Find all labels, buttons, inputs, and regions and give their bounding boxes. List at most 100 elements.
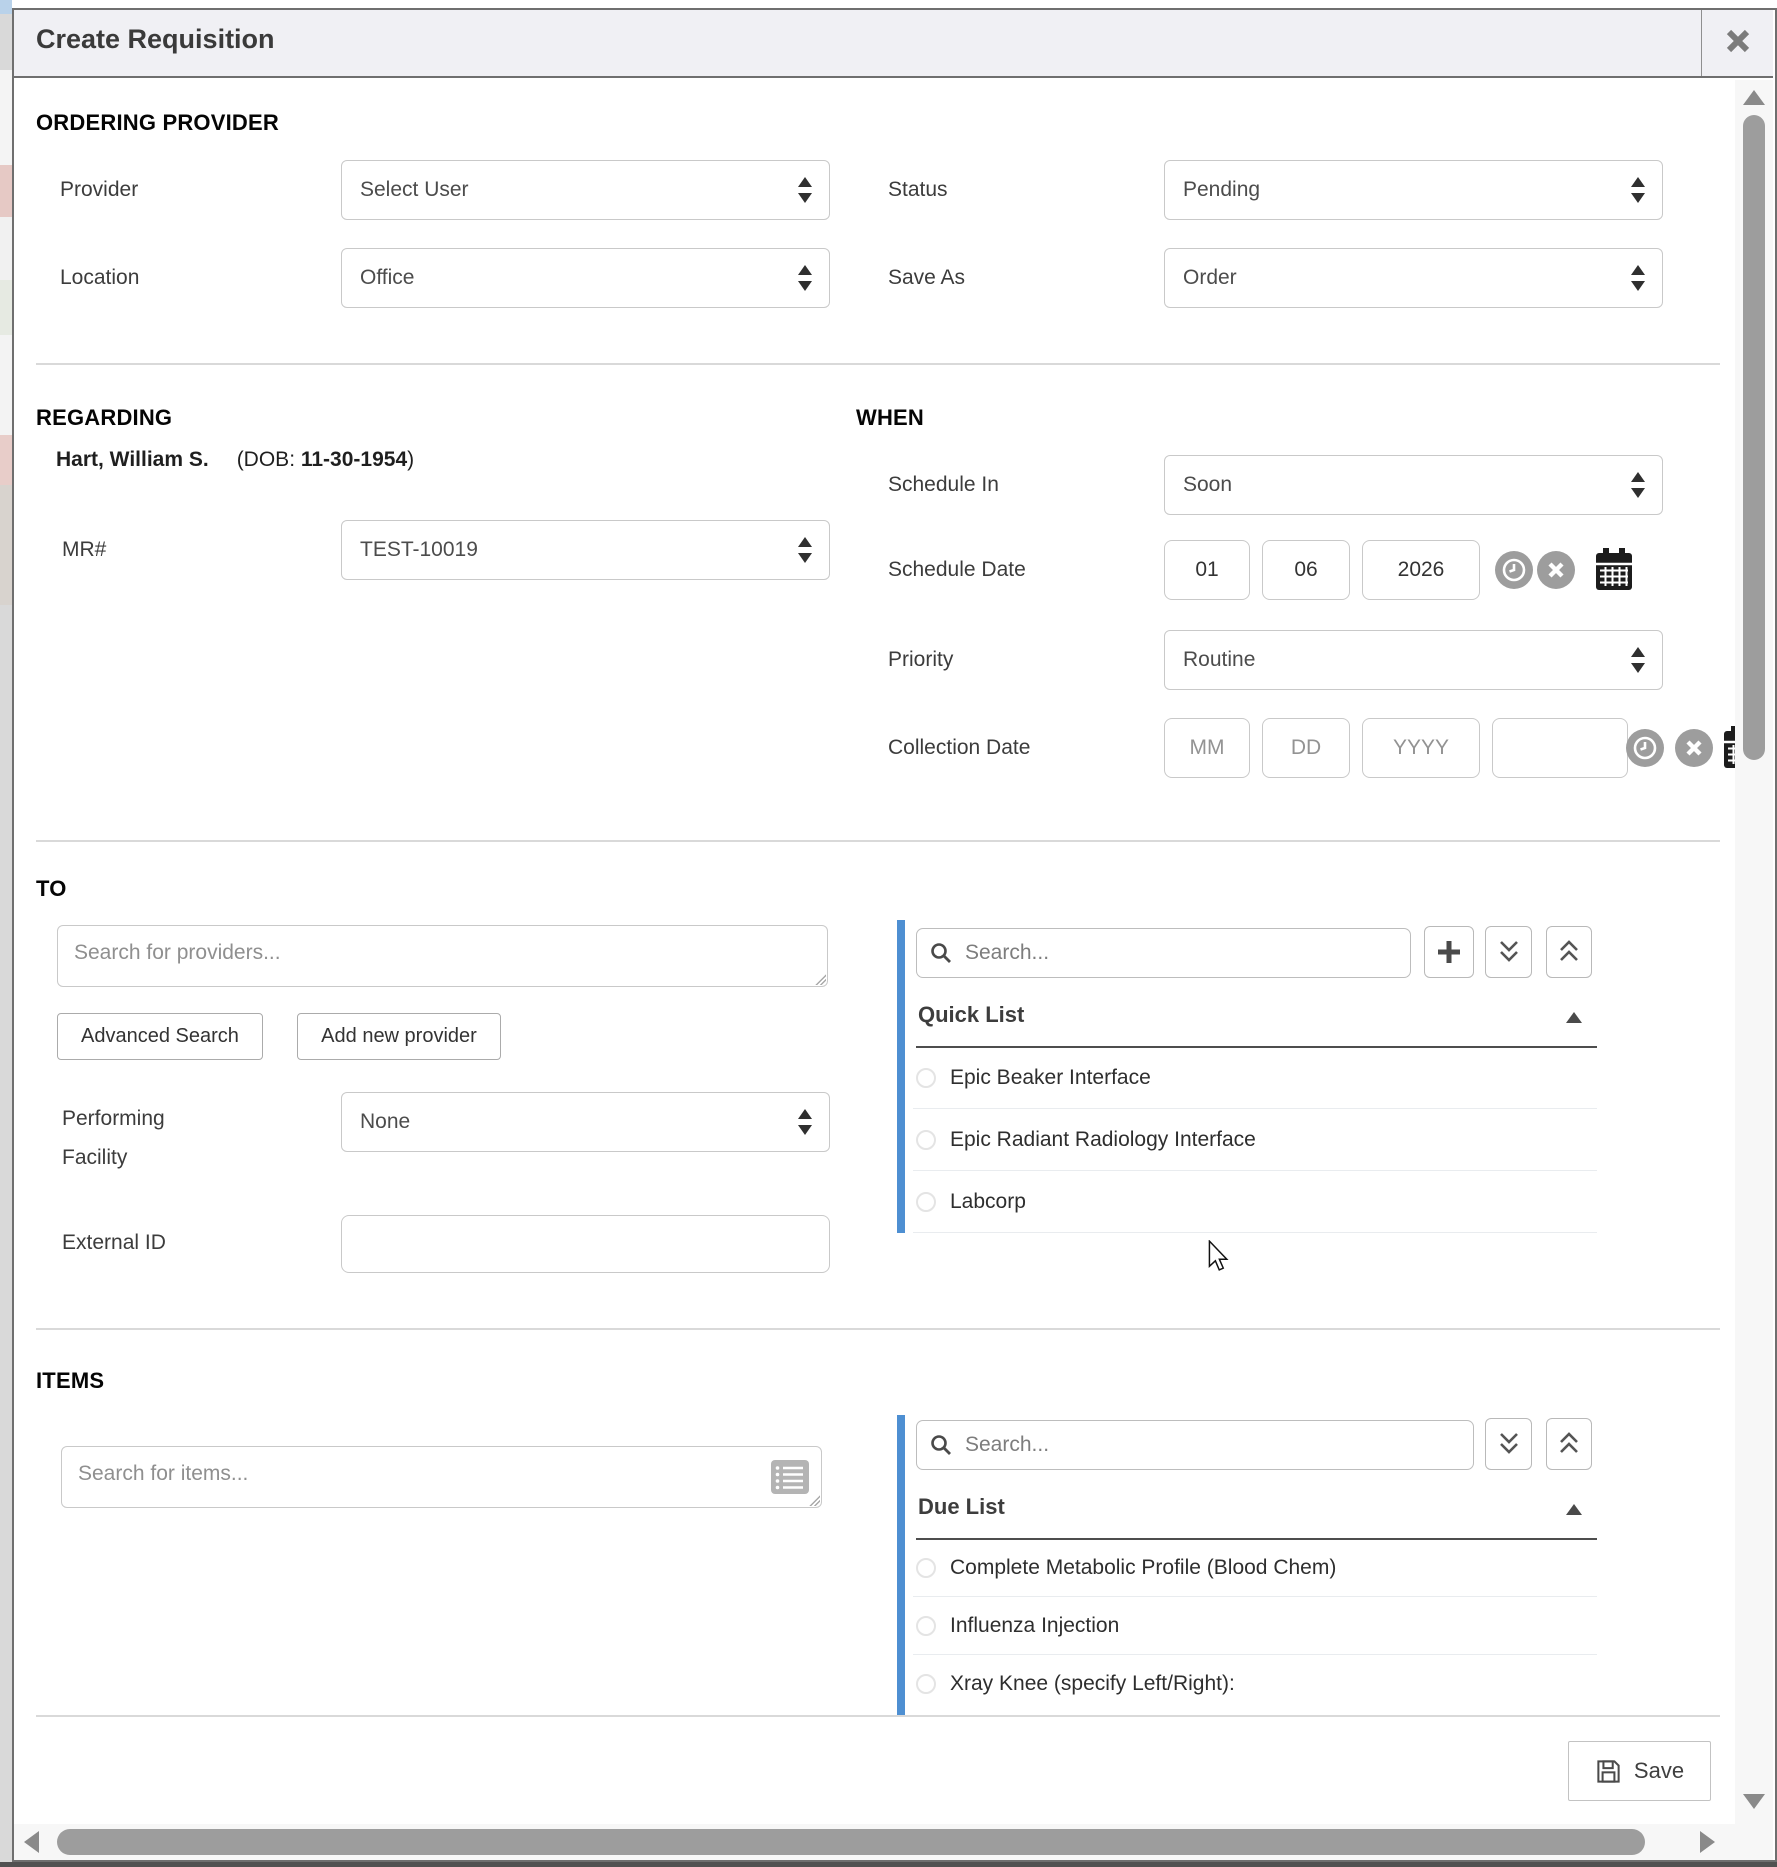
schedule-in-label: Schedule In <box>888 473 999 497</box>
textarea-resize-handle[interactable] <box>813 972 826 985</box>
patient-name: Hart, William S. <box>56 448 209 471</box>
schedule-date-year-input[interactable] <box>1362 540 1480 600</box>
status-label: Status <box>888 178 948 202</box>
mr-label: MR# <box>62 538 106 562</box>
collection-date-month-input[interactable] <box>1164 718 1250 778</box>
quick-list-expand-button[interactable] <box>1546 926 1592 978</box>
scroll-left-arrow[interactable] <box>24 1831 39 1853</box>
item-list-icon[interactable] <box>770 1459 810 1500</box>
external-id-input[interactable] <box>341 1215 830 1273</box>
due-list-item[interactable]: Xray Knee (specify Left/Right): <box>913 1655 1597 1713</box>
double-chevron-up-icon <box>1557 1431 1581 1457</box>
schedule-date-label: Schedule Date <box>888 558 1026 582</box>
due-list-header[interactable]: Due List <box>918 1494 1005 1520</box>
sort-ascending-icon[interactable] <box>1566 1012 1582 1023</box>
collection-time-input[interactable] <box>1492 718 1628 778</box>
save-button[interactable]: Save <box>1568 1741 1711 1801</box>
due-list-item-label: Xray Knee (specify Left/Right): <box>950 1672 1235 1696</box>
location-select[interactable]: Office <box>341 248 830 308</box>
performing-facility-select[interactable]: None <box>341 1092 830 1152</box>
due-list: Complete Metabolic Profile (Blood Chem) … <box>913 1539 1597 1713</box>
section-divider <box>36 840 1720 842</box>
items-heading: ITEMS <box>36 1368 104 1394</box>
textarea-resize-handle[interactable] <box>807 1493 820 1506</box>
bg-block <box>0 165 12 217</box>
item-search-textarea[interactable] <box>61 1446 822 1508</box>
due-list-item-label: Influenza Injection <box>950 1614 1119 1638</box>
schedule-date-month-input[interactable] <box>1164 540 1250 600</box>
quick-list-item-label: Labcorp <box>950 1190 1026 1214</box>
radio-icon[interactable] <box>916 1130 936 1150</box>
schedule-date-clear-icon[interactable] <box>1537 551 1575 589</box>
collection-date-year-input[interactable] <box>1362 718 1480 778</box>
quick-list-search-input[interactable] <box>916 928 1411 978</box>
select-arrows-icon <box>1630 265 1646 291</box>
radio-icon[interactable] <box>916 1192 936 1212</box>
bg-block <box>0 335 12 435</box>
scroll-right-arrow[interactable] <box>1700 1831 1715 1853</box>
horizontal-scroll-thumb[interactable] <box>57 1829 1645 1855</box>
add-quick-list-button[interactable] <box>1424 926 1474 978</box>
quick-list-item-label: Epic Beaker Interface <box>950 1066 1151 1090</box>
due-list-search-input[interactable] <box>916 1420 1474 1470</box>
dialog-titlebar <box>14 10 1773 78</box>
quick-list-item-label: Epic Radiant Radiology Interface <box>950 1128 1256 1152</box>
double-chevron-down-icon <box>1497 939 1521 965</box>
section-divider <box>36 363 1720 365</box>
scroll-down-arrow[interactable] <box>1743 1794 1765 1809</box>
priority-label: Priority <box>888 648 953 672</box>
background-page-bottom-strip <box>0 1862 1777 1867</box>
status-select[interactable]: Pending <box>1164 160 1663 220</box>
to-heading: TO <box>36 876 67 902</box>
schedule-date-time-icon[interactable] <box>1495 551 1533 589</box>
due-list-expand-button[interactable] <box>1546 1418 1592 1470</box>
scroll-up-arrow[interactable] <box>1743 90 1765 105</box>
quick-list-item[interactable]: Epic Beaker Interface <box>913 1047 1597 1109</box>
priority-select[interactable]: Routine <box>1164 630 1663 690</box>
due-list-item[interactable]: Influenza Injection <box>913 1597 1597 1655</box>
save-icon <box>1595 1758 1622 1785</box>
schedule-date-day-input[interactable] <box>1262 540 1350 600</box>
save-as-select[interactable]: Order <box>1164 248 1663 308</box>
section-divider <box>36 1715 1720 1717</box>
select-arrows-icon <box>1630 647 1646 673</box>
provider-search-textarea[interactable] <box>57 925 828 987</box>
bg-block <box>0 435 12 485</box>
quick-list-accent-bar <box>897 920 905 1233</box>
radio-icon[interactable] <box>916 1674 936 1694</box>
bg-block <box>0 485 12 605</box>
schedule-date-calendar-icon[interactable] <box>1594 548 1634 597</box>
radio-icon[interactable] <box>916 1616 936 1636</box>
collection-date-clear-icon[interactable] <box>1675 729 1713 767</box>
radio-icon[interactable] <box>916 1558 936 1578</box>
select-arrows-icon <box>1630 472 1646 498</box>
patient-dob-suffix: ) <box>407 448 414 471</box>
collection-date-day-input[interactable] <box>1262 718 1350 778</box>
quick-list: Epic Beaker Interface Epic Radiant Radio… <box>913 1047 1597 1233</box>
vertical-scroll-thumb[interactable] <box>1743 115 1765 760</box>
add-new-provider-button[interactable]: Add new provider <box>297 1013 501 1060</box>
quick-list-collapse-button[interactable] <box>1485 926 1532 978</box>
quick-list-header[interactable]: Quick List <box>918 1002 1024 1028</box>
radio-icon[interactable] <box>916 1068 936 1088</box>
save-label: Save <box>1634 1758 1684 1784</box>
due-list-item-label: Complete Metabolic Profile (Blood Chem) <box>950 1556 1336 1580</box>
provider-select[interactable]: Select User <box>341 160 830 220</box>
search-icon <box>929 1433 953 1457</box>
close-button[interactable] <box>1701 10 1774 76</box>
quick-list-item[interactable]: Labcorp <box>913 1171 1597 1233</box>
advanced-search-button[interactable]: Advanced Search <box>57 1013 263 1060</box>
external-id-label: External ID <box>62 1231 166 1255</box>
select-arrows-icon <box>797 1109 813 1135</box>
mr-select[interactable]: TEST-10019 <box>341 520 830 580</box>
sort-ascending-icon[interactable] <box>1566 1504 1582 1515</box>
double-chevron-up-icon <box>1557 939 1581 965</box>
quick-list-item[interactable]: Epic Radiant Radiology Interface <box>913 1109 1597 1171</box>
due-list-item[interactable]: Complete Metabolic Profile (Blood Chem) <box>913 1539 1597 1597</box>
bg-block <box>0 70 12 165</box>
due-list-collapse-button[interactable] <box>1485 1418 1532 1470</box>
provider-label: Provider <box>60 178 138 202</box>
collection-date-time-icon[interactable] <box>1626 729 1664 767</box>
schedule-in-select[interactable]: Soon <box>1164 455 1663 515</box>
performing-facility-label: Performing Facility <box>62 1100 212 1178</box>
